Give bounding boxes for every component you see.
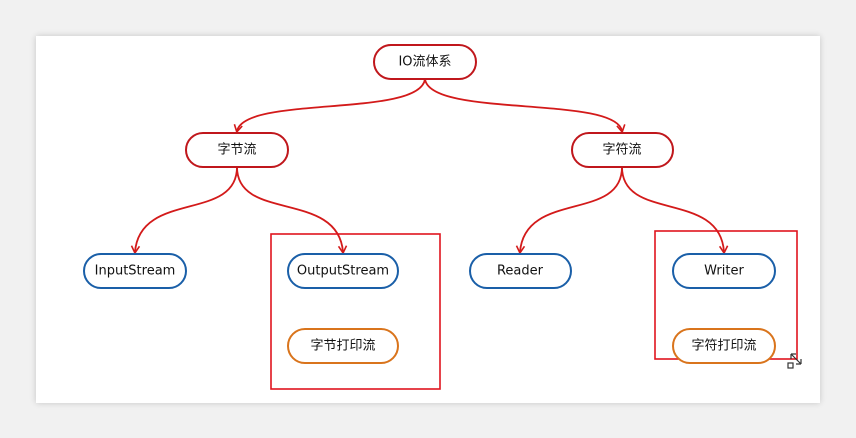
arrow-char-stream-to-writer	[621, 166, 729, 255]
arrow-byte-stream-to-output-stream	[236, 166, 348, 255]
node-output-stream[interactable]: OutputStream	[287, 253, 399, 289]
arrow-char-stream-to-reader	[515, 166, 623, 255]
node-reader-label: Reader	[497, 264, 544, 279]
io-hierarchy-diagram: IO流体系 字节流 字符流 InputStream OutputStream 字…	[83, 44, 802, 390]
node-input-stream[interactable]: InputStream	[83, 253, 187, 289]
node-char-stream-label: 字符流	[602, 142, 641, 158]
node-byte-stream[interactable]: 字节流	[185, 132, 289, 168]
arrow-byte-stream-to-input-stream	[130, 166, 238, 255]
node-char-print-stream-label: 字符打印流	[691, 338, 756, 354]
node-char-print-stream[interactable]: 字符打印流	[672, 328, 776, 364]
node-char-stream[interactable]: 字符流	[571, 132, 674, 168]
node-output-stream-label: OutputStream	[297, 264, 389, 279]
node-reader[interactable]: Reader	[469, 253, 572, 289]
arrow-root-to-byte-stream	[233, 78, 426, 134]
arrow-root-to-char-stream	[424, 78, 626, 134]
node-io-system-label: IO流体系	[398, 55, 451, 70]
screenshot-stage: IO流体系 字节流 字符流 InputStream OutputStream 字…	[0, 0, 856, 438]
node-byte-print-stream[interactable]: 字节打印流	[287, 328, 399, 364]
node-input-stream-label: InputStream	[95, 264, 176, 279]
resize-cursor-icon[interactable]	[787, 353, 802, 369]
node-writer[interactable]: Writer	[672, 253, 776, 289]
node-writer-label: Writer	[704, 264, 744, 279]
node-io-system[interactable]: IO流体系	[373, 44, 477, 80]
node-byte-print-stream-label: 字节打印流	[310, 339, 375, 354]
node-byte-stream-label: 字节流	[217, 143, 256, 158]
